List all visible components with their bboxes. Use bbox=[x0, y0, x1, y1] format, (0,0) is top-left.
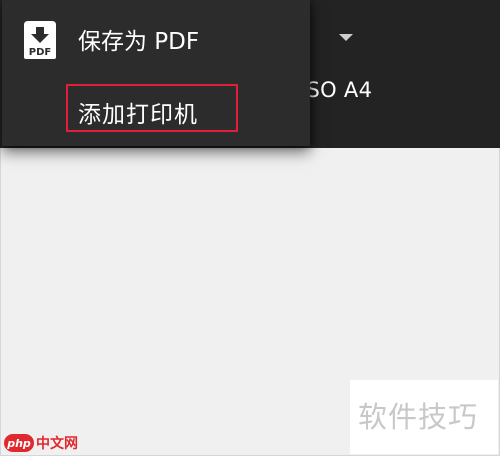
destination-dropdown-menu: PDF 保存为 PDF 添加打印机 bbox=[2, 0, 310, 146]
menu-item-add-printer[interactable]: 添加打印机 bbox=[66, 84, 238, 132]
paper-size-value[interactable]: ISO A4 bbox=[300, 78, 372, 102]
save-as-pdf-label: 保存为 PDF bbox=[78, 29, 200, 55]
watermark-left-text: 中文网 bbox=[36, 436, 78, 452]
svg-text:PDF: PDF bbox=[29, 47, 51, 58]
pdf-download-icon: PDF bbox=[24, 21, 56, 59]
watermark-right: 软件技巧 bbox=[350, 380, 498, 454]
php-logo: php bbox=[4, 434, 34, 452]
watermark-right-text: 软件技巧 bbox=[358, 400, 479, 434]
watermark-left: php 中文网 bbox=[4, 433, 78, 453]
menu-item-save-as-pdf[interactable]: PDF 保存为 PDF bbox=[2, 10, 310, 64]
add-printer-label: 添加打印机 bbox=[78, 102, 198, 128]
chevron-down-icon[interactable] bbox=[339, 34, 353, 41]
